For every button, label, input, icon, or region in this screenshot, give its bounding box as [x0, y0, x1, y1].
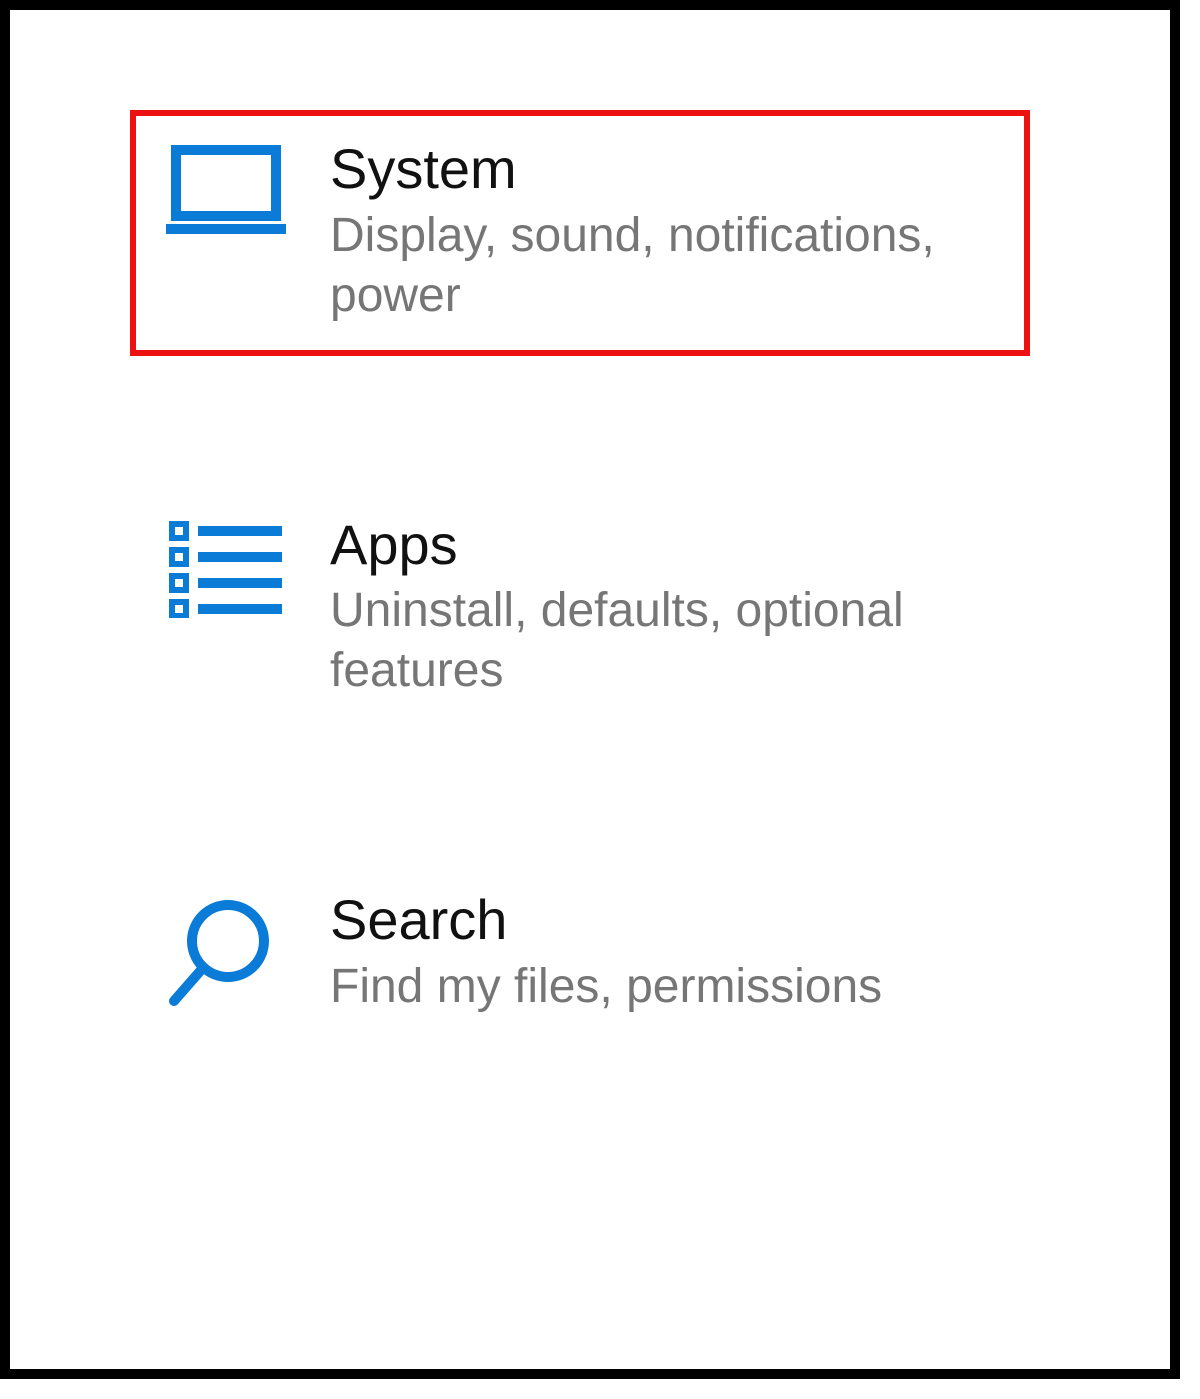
settings-item-text: System Display, sound, notifications, po… — [296, 136, 970, 326]
settings-item-title: System — [330, 138, 970, 200]
settings-item-desc: Find my files, permissions — [330, 957, 882, 1017]
apps-icon — [156, 512, 296, 618]
settings-item-desc: Display, sound, notifications, power — [330, 206, 970, 326]
settings-item-desc: Uninstall, defaults, optional features — [330, 581, 970, 701]
settings-item-title: Apps — [330, 514, 970, 576]
settings-item-text: Apps Uninstall, defaults, optional featu… — [296, 512, 970, 702]
settings-item-search[interactable]: Search Find my files, permissions — [130, 861, 1030, 1047]
settings-categories-panel: System Display, sound, notifications, po… — [0, 0, 1180, 1379]
settings-item-text: Search Find my files, permissions — [296, 887, 882, 1017]
search-icon — [156, 887, 296, 1013]
settings-item-system[interactable]: System Display, sound, notifications, po… — [130, 110, 1030, 356]
settings-item-title: Search — [330, 889, 882, 951]
system-icon — [156, 136, 296, 242]
settings-item-apps[interactable]: Apps Uninstall, defaults, optional featu… — [130, 486, 1030, 732]
